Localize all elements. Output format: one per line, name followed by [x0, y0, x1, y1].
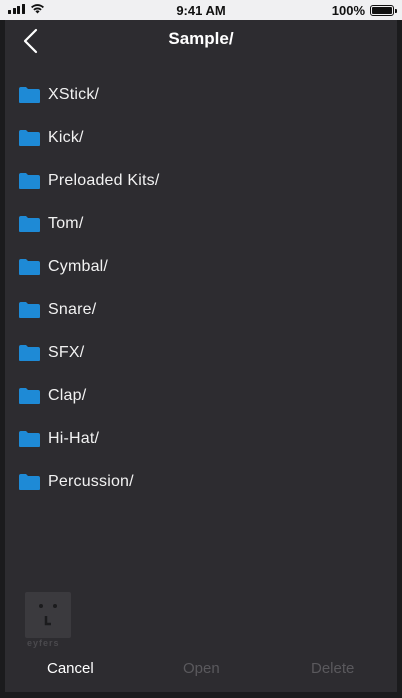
folder-icon — [19, 473, 40, 490]
status-bar: 9:41 AM 100% — [0, 0, 402, 20]
folder-row[interactable]: Cymbal/ — [18, 245, 378, 288]
folder-icon — [19, 215, 40, 232]
folder-icon — [19, 258, 40, 275]
folder-row[interactable]: SFX/ — [18, 331, 378, 374]
battery-percent: 100% — [331, 3, 365, 18]
folder-list: XStick/Kick/Preloaded Kits/Tom/Cymbal/Sn… — [18, 73, 378, 503]
watermark-logo: eyfers — [25, 592, 71, 648]
app-window: 9:41 AM 100% Sample/ XStick/Kick/Preload… — [0, 0, 402, 698]
folder-icon — [19, 86, 40, 103]
open-button[interactable]: Open — [183, 660, 220, 677]
battery-fill — [372, 7, 392, 14]
logo-text: eyfers — [27, 638, 60, 648]
folder-label: SFX/ — [48, 343, 85, 361]
folder-row[interactable]: Snare/ — [18, 288, 378, 331]
folder-row[interactable]: Hi-Hat/ — [18, 417, 378, 460]
folder-label: Preloaded Kits/ — [48, 171, 160, 189]
bottom-strip — [0, 692, 402, 698]
battery-nub — [395, 9, 397, 13]
folder-label: XStick/ — [48, 85, 100, 103]
folder-label: Clap/ — [48, 386, 87, 404]
folder-icon — [19, 430, 40, 447]
folder-icon — [19, 172, 40, 189]
folder-label: Kick/ — [48, 128, 84, 146]
folder-row[interactable]: XStick/ — [18, 73, 378, 116]
folder-row[interactable]: Percussion/ — [18, 460, 378, 503]
folder-icon — [19, 387, 40, 404]
folder-icon — [19, 344, 40, 361]
folder-label: Hi-Hat/ — [48, 429, 100, 447]
page-title: Sample/ — [168, 29, 234, 48]
battery-icon — [370, 5, 397, 16]
delete-button[interactable]: Delete — [311, 660, 354, 677]
folder-label: Cymbal/ — [48, 257, 109, 275]
folder-label: Tom/ — [48, 214, 84, 232]
cancel-button[interactable]: Cancel — [47, 660, 94, 677]
folder-label: Snare/ — [48, 300, 97, 318]
folder-icon — [19, 129, 40, 146]
file-browser-panel: Sample/ XStick/Kick/Preloaded Kits/Tom/C… — [5, 20, 397, 692]
footer-actions: Cancel Open Delete — [5, 660, 397, 684]
folder-label: Percussion/ — [48, 472, 134, 490]
logo-face-box — [25, 592, 71, 638]
status-right: 100% — [331, 3, 397, 18]
folder-icon — [19, 301, 40, 318]
folder-row[interactable]: Clap/ — [18, 374, 378, 417]
folder-row[interactable]: Kick/ — [18, 116, 378, 159]
folder-row[interactable]: Tom/ — [18, 202, 378, 245]
folder-row[interactable]: Preloaded Kits/ — [18, 159, 378, 202]
